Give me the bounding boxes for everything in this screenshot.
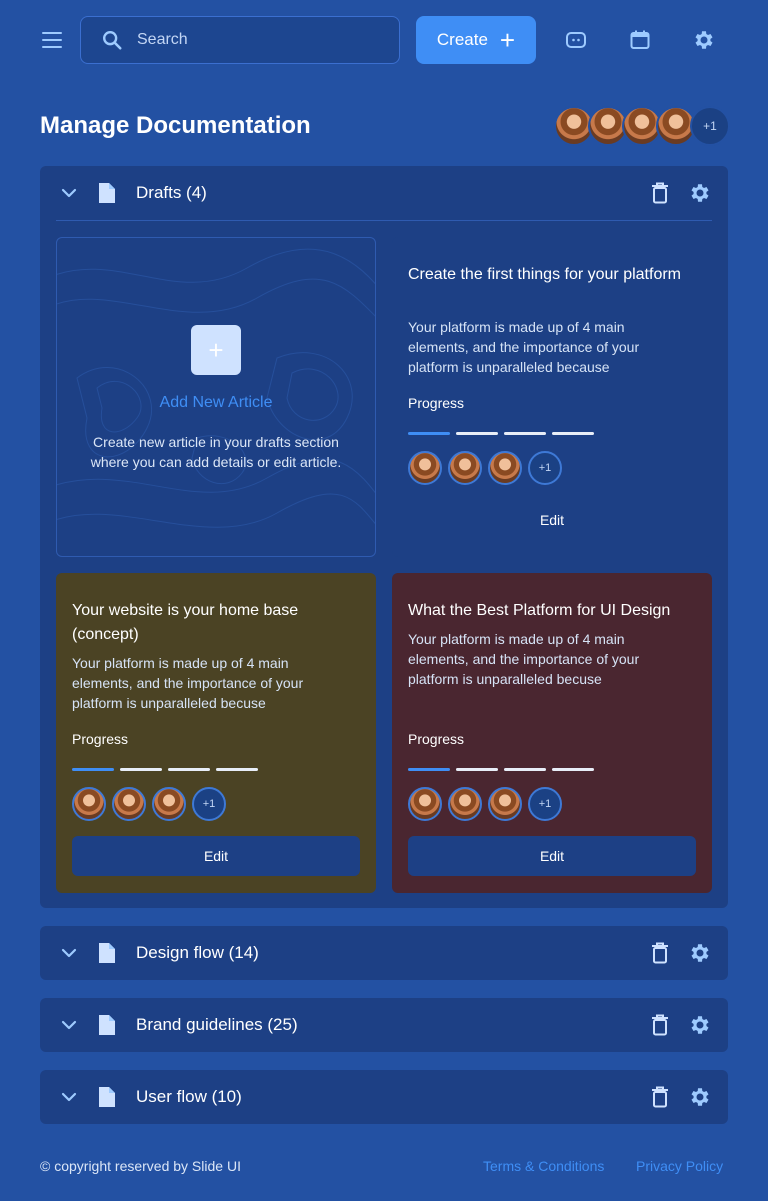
trash-icon[interactable] (650, 1086, 670, 1108)
add-article-card[interactable]: + Add New Article Create new article in … (56, 237, 376, 557)
add-article-plus-button[interactable]: + (191, 325, 241, 375)
section-header[interactable]: Brand guidelines (25) (40, 998, 728, 1052)
progress-segment (216, 768, 258, 771)
avatar-more-count[interactable]: +1 (690, 106, 730, 146)
gear-icon[interactable] (688, 941, 712, 965)
document-icon (99, 1015, 115, 1035)
edit-button[interactable]: Edit (408, 836, 696, 876)
progress-bar (72, 768, 258, 771)
card-title: Create the first things for your platfor… (408, 266, 681, 283)
section-header[interactable]: Design flow (14) (40, 926, 728, 980)
avatar-more-count[interactable]: +1 (528, 787, 562, 821)
gear-icon[interactable] (688, 1013, 712, 1037)
page-title: Manage Documentation (40, 112, 311, 139)
article-card: What the Best Platform for UI Design You… (392, 573, 712, 893)
document-icon (99, 943, 115, 963)
card-description: Your platform is made up of 4 main eleme… (408, 631, 640, 687)
progress-label: Progress (72, 731, 129, 747)
footer-privacy-link[interactable]: Privacy Policy (636, 1158, 723, 1174)
card-title: What the Best Platform for UI Design (408, 602, 671, 619)
add-article-title[interactable]: Add New Article (57, 394, 375, 412)
gear-icon[interactable] (688, 181, 712, 205)
chevron-down-icon[interactable] (60, 1088, 78, 1106)
avatar-more-count[interactable]: +1 (192, 787, 226, 821)
progress-segment (552, 768, 594, 771)
document-icon (99, 183, 115, 203)
section-title: User flow (10) (136, 1087, 242, 1106)
card-title: Your website is your home base (concept) (72, 602, 299, 643)
team-avatars[interactable]: +1 (554, 106, 730, 146)
progress-segment (504, 768, 546, 771)
chevron-down-icon[interactable] (60, 944, 78, 962)
section-design-flow[interactable]: Design flow (14) (40, 926, 728, 980)
create-button-label: Create (436, 30, 488, 49)
section-header[interactable]: User flow (10) (40, 1070, 728, 1124)
progress-bar (408, 768, 594, 771)
card-team-avatars[interactable]: +1 (408, 451, 562, 485)
progress-bar (408, 432, 594, 435)
card-description: Your platform is made up of 4 main eleme… (408, 319, 640, 375)
progress-segment (504, 432, 546, 435)
section-header[interactable]: Drafts (4) (40, 166, 728, 220)
footer-terms-link[interactable]: Terms & Conditions (483, 1158, 604, 1174)
calendar-icon[interactable] (628, 28, 652, 52)
section-title: Brand guidelines (25) (136, 1015, 298, 1034)
gear-icon[interactable] (688, 1085, 712, 1109)
search-input[interactable] (137, 31, 377, 49)
card-description: Your platform is made up of 4 main eleme… (72, 655, 304, 711)
progress-segment (408, 768, 450, 771)
progress-segment (408, 432, 450, 435)
progress-segment (168, 768, 210, 771)
section-title: Design flow (14) (136, 943, 259, 962)
trash-icon[interactable] (650, 1014, 670, 1036)
divider (56, 220, 712, 221)
avatar[interactable] (448, 451, 482, 485)
progress-segment (552, 432, 594, 435)
create-button[interactable]: Create + (416, 16, 536, 64)
section-title: Drafts (4) (136, 183, 207, 202)
document-icon (99, 1087, 115, 1107)
avatar-more-count[interactable]: +1 (528, 451, 562, 485)
search-box[interactable] (80, 16, 400, 64)
top-bar: Create + (0, 0, 768, 82)
section-drafts: Drafts (4) + Add New Article Create new … (40, 166, 728, 908)
avatar[interactable] (488, 787, 522, 821)
avatar[interactable] (408, 787, 442, 821)
plus-icon: + (499, 25, 516, 55)
progress-segment (456, 768, 498, 771)
edit-button[interactable]: Edit (72, 836, 360, 876)
menu-icon[interactable] (40, 28, 64, 52)
progress-label: Progress (408, 731, 465, 747)
card-team-avatars[interactable]: +1 (408, 787, 562, 821)
progress-segment (456, 432, 498, 435)
progress-label: Progress (408, 395, 465, 411)
avatar[interactable] (152, 787, 186, 821)
edit-button[interactable]: Edit (408, 500, 696, 540)
avatar[interactable] (488, 451, 522, 485)
progress-segment (120, 768, 162, 771)
settings-gear-icon[interactable] (692, 28, 716, 52)
chevron-down-icon[interactable] (60, 184, 78, 202)
progress-segment (72, 768, 114, 771)
avatar[interactable] (72, 787, 106, 821)
chat-icon[interactable] (564, 28, 588, 52)
search-icon (103, 31, 122, 50)
article-card: Your website is your home base (concept)… (56, 573, 376, 893)
avatar[interactable] (112, 787, 146, 821)
add-article-description: Create new article in your drafts sectio… (90, 434, 342, 470)
article-card: Create the first things for your platfor… (392, 237, 712, 557)
section-brand-guidelines[interactable]: Brand guidelines (25) (40, 998, 728, 1052)
trash-icon[interactable] (650, 182, 670, 204)
section-user-flow[interactable]: User flow (10) (40, 1070, 728, 1124)
chevron-down-icon[interactable] (60, 1016, 78, 1034)
avatar[interactable] (408, 451, 442, 485)
avatar[interactable] (448, 787, 482, 821)
card-team-avatars[interactable]: +1 (72, 787, 226, 821)
trash-icon[interactable] (650, 942, 670, 964)
footer-copyright: © copyright reserved by Slide UI (40, 1158, 241, 1174)
